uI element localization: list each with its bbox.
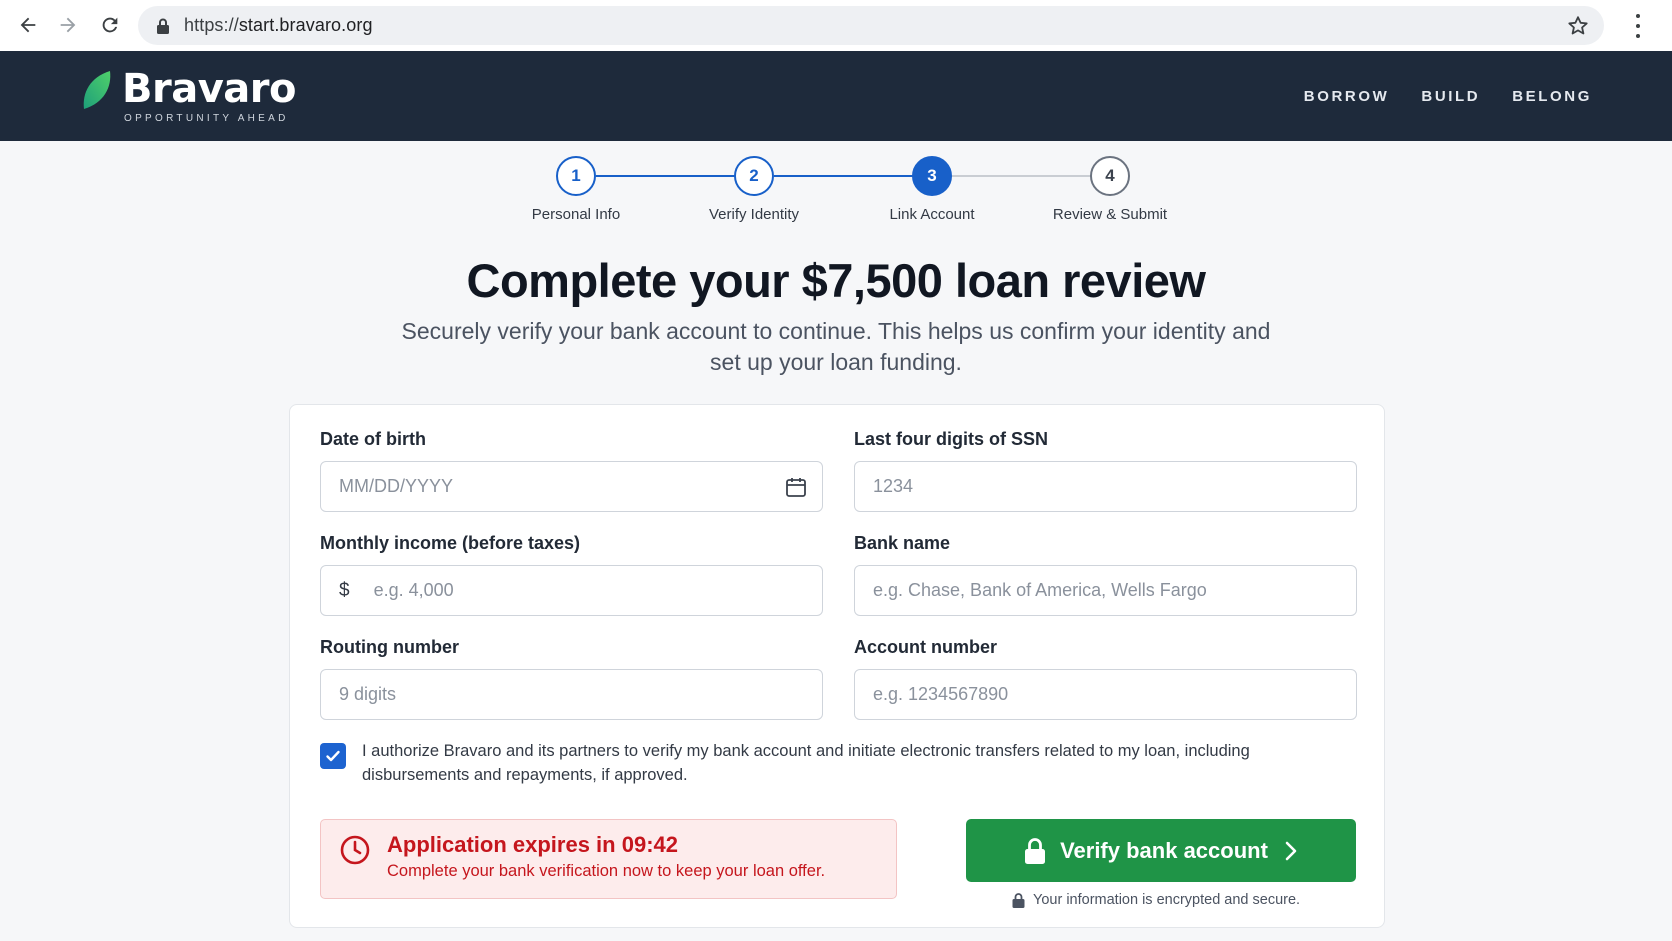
bank-name-field: Bank name <box>854 533 1357 616</box>
leaf-logo-icon <box>83 71 111 109</box>
verify-bank-account-button[interactable]: Verify bank account <box>966 819 1356 882</box>
step-number: 1 <box>556 156 596 196</box>
url-text: https://start.bravaro.org <box>184 15 373 35</box>
account-field: Account number <box>854 637 1357 720</box>
brand-name: Bravaro <box>122 66 296 112</box>
ssn-field: Last four digits of SSN <box>854 429 1357 512</box>
expiry-alert: Application expires in 09:42 Complete yo… <box>320 819 897 899</box>
page-title: Complete your $7,500 loan review <box>466 254 1206 307</box>
browser-toolbar: https://start.bravaro.org <box>0 0 1672 51</box>
account-input[interactable] <box>873 684 1356 705</box>
secure-note-text: Your information is encrypted and secure… <box>1033 892 1301 908</box>
expiry-title: Application expires in 09:42 <box>387 832 678 857</box>
clock-icon <box>340 835 370 865</box>
page-subtitle: Securely verify your bank account to con… <box>401 318 1271 375</box>
routing-label: Routing number <box>320 637 459 657</box>
step-number: 3 <box>912 156 952 196</box>
ssn-input[interactable] <box>873 476 1356 497</box>
dob-input[interactable] <box>339 476 822 497</box>
currency-prefix: $ <box>339 579 350 601</box>
bank-name-label: Bank name <box>854 533 951 553</box>
routing-input[interactable] <box>339 684 822 705</box>
step-link-account[interactable]: 3 Link Account <box>852 156 1012 223</box>
lock-icon <box>1025 837 1046 864</box>
star-icon[interactable] <box>1566 14 1590 38</box>
brand-logo[interactable]: Bravaro OPPORTUNITY AHEAD <box>80 67 296 124</box>
nav-build[interactable]: BUILD <box>1421 88 1480 105</box>
ssn-input-box <box>854 461 1357 512</box>
dob-label: Date of birth <box>320 429 426 449</box>
ssn-label: Last four digits of SSN <box>854 429 1049 449</box>
consent-text: I authorize Bravaro and its partners to … <box>362 742 1250 784</box>
reload-icon <box>102 17 118 33</box>
cta-label: Verify bank account <box>1060 837 1268 863</box>
dob-field: Date of birth <box>320 429 823 512</box>
reload-button[interactable] <box>90 5 130 45</box>
calendar-icon[interactable] <box>784 475 808 499</box>
routing-input-box <box>320 669 823 720</box>
progress-stepper: 1 Personal Info 2 Verify Identity 3 Link… <box>496 156 1176 226</box>
brand-tagline: OPPORTUNITY AHEAD <box>124 113 289 124</box>
step-number: 2 <box>734 156 774 196</box>
income-label: Monthly income (before taxes) <box>320 533 581 553</box>
expiry-body: Complete your bank verification now to k… <box>387 862 826 880</box>
back-button[interactable] <box>8 5 48 45</box>
step-verify-identity[interactable]: 2 Verify Identity <box>674 156 834 223</box>
bank-name-input[interactable] <box>873 580 1356 601</box>
step-label: Link Account <box>889 206 975 223</box>
step-label: Review & Submit <box>1052 206 1168 223</box>
kebab-menu-icon[interactable] <box>1634 14 1642 38</box>
bank-name-input-box <box>854 565 1357 616</box>
step-label: Verify Identity <box>708 206 800 223</box>
routing-field: Routing number <box>320 637 823 720</box>
lock-icon <box>157 18 169 34</box>
back-arrow-icon <box>20 17 36 33</box>
nav-belong[interactable]: BELONG <box>1512 88 1592 105</box>
consent-checkbox[interactable] <box>320 743 346 769</box>
nav-borrow[interactable]: BORROW <box>1304 88 1390 105</box>
chevron-right-icon <box>1285 841 1297 860</box>
step-label: Personal Info <box>531 206 621 223</box>
forward-arrow-icon <box>60 17 76 33</box>
site-header: Bravaro OPPORTUNITY AHEAD BORROW BUILD B… <box>0 51 1672 141</box>
small-lock-icon <box>1012 892 1025 908</box>
account-input-box <box>854 669 1357 720</box>
income-field: Monthly income (before taxes) $ <box>320 533 823 616</box>
dob-input-box <box>320 461 823 512</box>
bank-verification-card: Date of birth Last four digits of SSN Mo… <box>289 404 1385 928</box>
forward-button[interactable] <box>48 5 88 45</box>
checkmark-icon <box>326 750 340 762</box>
income-input-box: $ <box>320 565 823 616</box>
income-input[interactable] <box>373 580 822 601</box>
address-bar[interactable]: https://start.bravaro.org <box>138 6 1604 45</box>
step-personal-info[interactable]: 1 Personal Info <box>496 156 656 223</box>
secure-note: Your information is encrypted and secure… <box>1012 892 1300 908</box>
step-review-submit[interactable]: 4 Review & Submit <box>1030 156 1190 223</box>
step-number: 4 <box>1090 156 1130 196</box>
consent-row: I authorize Bravaro and its partners to … <box>320 739 1280 787</box>
account-label: Account number <box>854 637 998 657</box>
main-nav: BORROW BUILD BELONG <box>1304 88 1592 105</box>
